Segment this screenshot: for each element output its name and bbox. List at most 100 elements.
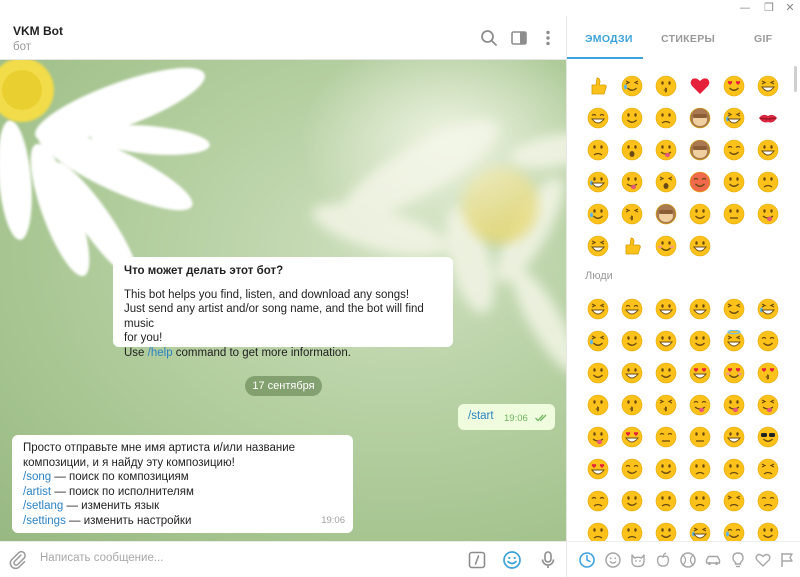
- recent-emoji-pouting[interactable]: [689, 171, 711, 193]
- people-emoji-monocle[interactable]: [689, 426, 711, 448]
- flag-icon[interactable]: [778, 551, 796, 569]
- recent-emoji-disappointed[interactable]: [757, 171, 779, 193]
- people-emoji-pensive[interactable]: [757, 458, 779, 480]
- recent-emoji-see-no-evil[interactable]: [689, 107, 711, 129]
- people-emoji-kissing[interactable]: [587, 394, 609, 416]
- recent-emoji-smiling[interactable]: [757, 75, 779, 97]
- people-emoji-star-eyes[interactable]: [587, 458, 609, 480]
- people-emoji-kissing-heart[interactable]: [757, 362, 779, 384]
- recent-emoji-see-no-evil-monkey[interactable]: [689, 139, 711, 161]
- recent-emoji-relieved[interactable]: [621, 107, 643, 129]
- people-emoji-persevere[interactable]: [723, 490, 745, 512]
- restore-button[interactable]: ❐: [758, 0, 780, 16]
- recent-emoji-smirk[interactable]: [689, 203, 711, 225]
- recent-emoji-winking[interactable]: [723, 139, 745, 161]
- recent-emoji-neutral[interactable]: [723, 203, 745, 225]
- recent-emoji-relieved[interactable]: [723, 171, 745, 193]
- settings-command-link[interactable]: /settings: [23, 515, 66, 527]
- emoji-toggle-icon[interactable]: [502, 550, 522, 570]
- sidebar-toggle-icon[interactable]: [509, 28, 529, 48]
- recent-emoji-yum[interactable]: [757, 203, 779, 225]
- search-icon[interactable]: [479, 28, 499, 48]
- people-emoji-squinting[interactable]: [723, 298, 745, 320]
- recent-emoji-thumbs-up[interactable]: [587, 75, 609, 97]
- people-emoji-wink[interactable]: [621, 362, 643, 384]
- recent-emoji-heart-eyes[interactable]: [723, 75, 745, 97]
- recent-clock-icon[interactable]: [578, 551, 596, 569]
- microphone-icon[interactable]: [538, 550, 558, 570]
- people-emoji-confounded[interactable]: [757, 490, 779, 512]
- recent-emoji-blush[interactable]: [655, 235, 677, 257]
- people-emoji-pleading[interactable]: [655, 522, 677, 541]
- people-emoji-halo[interactable]: [723, 330, 745, 352]
- recent-emoji-grin[interactable]: [757, 139, 779, 161]
- people-emoji-slight-frown[interactable]: [655, 490, 677, 512]
- people-emoji-grin[interactable]: [655, 298, 677, 320]
- recent-emoji-sweat-smile[interactable]: [587, 203, 609, 225]
- recent-emoji-red-heart[interactable]: [689, 75, 711, 97]
- people-emoji-smiling[interactable]: [655, 330, 677, 352]
- people-emoji-frown[interactable]: [689, 490, 711, 512]
- chat-title[interactable]: VKM Bot: [13, 24, 63, 38]
- recent-emoji-kiss-mark[interactable]: [757, 107, 779, 129]
- emoji-grid[interactable]: Люди: [567, 62, 800, 541]
- recent-emoji-winking-tongue[interactable]: [655, 139, 677, 161]
- people-emoji-yum[interactable]: [689, 394, 711, 416]
- people-emoji-tongue-squint[interactable]: [757, 394, 779, 416]
- people-emoji-beaming[interactable]: [689, 298, 711, 320]
- people-emoji-kissing-closed[interactable]: [655, 394, 677, 416]
- people-emoji-smiling-hearts[interactable]: [723, 362, 745, 384]
- people-emoji-upside-down[interactable]: [587, 362, 609, 384]
- recent-emoji-crying[interactable]: [587, 171, 609, 193]
- recent-emoji-ok-hand[interactable]: [621, 235, 643, 257]
- setlang-command-link[interactable]: /setlang: [23, 500, 63, 512]
- recent-emoji-unamused[interactable]: [655, 107, 677, 129]
- people-emoji-relieved[interactable]: [655, 362, 677, 384]
- chat-history[interactable]: Что может делать этот бот? This bot help…: [0, 60, 566, 541]
- message-input[interactable]: Написать сообщение...: [40, 552, 163, 564]
- people-emoji-unamused[interactable]: [689, 458, 711, 480]
- recent-emoji-tears-of-joy[interactable]: [621, 75, 643, 97]
- people-emoji-cry[interactable]: [689, 522, 711, 541]
- people-emoji-grinning-big[interactable]: [621, 298, 643, 320]
- people-emoji-disappointed[interactable]: [723, 458, 745, 480]
- recent-emoji-grinning[interactable]: [587, 107, 609, 129]
- people-emoji-raised-eyebrow[interactable]: [655, 426, 677, 448]
- recent-emoji-crying[interactable]: [723, 107, 745, 129]
- artist-command-link[interactable]: /artist: [23, 486, 51, 498]
- people-emoji-confused[interactable]: [621, 490, 643, 512]
- people-emoji-sob[interactable]: [723, 522, 745, 541]
- people-emoji-tongue-wink[interactable]: [723, 394, 745, 416]
- help-command-link[interactable]: /help: [148, 347, 173, 359]
- people-emoji-sweat-smile[interactable]: [757, 298, 779, 320]
- bot-command-icon[interactable]: [467, 550, 487, 570]
- recent-emoji-screaming[interactable]: [655, 171, 677, 193]
- emoji-scrollbar[interactable]: [794, 66, 797, 92]
- apple-icon[interactable]: [654, 551, 672, 569]
- attach-icon[interactable]: [8, 550, 28, 570]
- tab-emoji[interactable]: ЭМОДЗИ: [585, 33, 633, 45]
- car-icon[interactable]: [704, 551, 722, 569]
- heart-symbol-icon[interactable]: [754, 551, 772, 569]
- people-emoji-rofl[interactable]: [621, 330, 643, 352]
- ball-icon[interactable]: [679, 551, 697, 569]
- lightbulb-icon[interactable]: [729, 551, 747, 569]
- tab-stickers[interactable]: СТИКЕРЫ: [661, 33, 715, 45]
- people-emoji-joy[interactable]: [587, 330, 609, 352]
- minimize-button[interactable]: —: [734, 0, 756, 16]
- tab-gif[interactable]: GIF: [754, 33, 772, 45]
- recent-emoji-pensive[interactable]: [587, 139, 609, 161]
- people-emoji-smiling-eyes[interactable]: [689, 330, 711, 352]
- people-emoji-weary[interactable]: [621, 522, 643, 541]
- people-emoji-slight-smile[interactable]: [757, 330, 779, 352]
- close-button[interactable]: ✕: [779, 0, 800, 16]
- outgoing-message[interactable]: /start 19:06: [458, 404, 555, 430]
- people-emoji-worried[interactable]: [587, 490, 609, 512]
- people-emoji-sunglasses[interactable]: [757, 426, 779, 448]
- people-emoji-starstruck[interactable]: [621, 426, 643, 448]
- recent-emoji-grin-squint[interactable]: [587, 235, 609, 257]
- recent-emoji-stuck-out-tongue[interactable]: [621, 171, 643, 193]
- recent-emoji-flushed[interactable]: [621, 139, 643, 161]
- smiley-icon[interactable]: [604, 551, 622, 569]
- recent-emoji-hear-no-evil-monkey[interactable]: [655, 203, 677, 225]
